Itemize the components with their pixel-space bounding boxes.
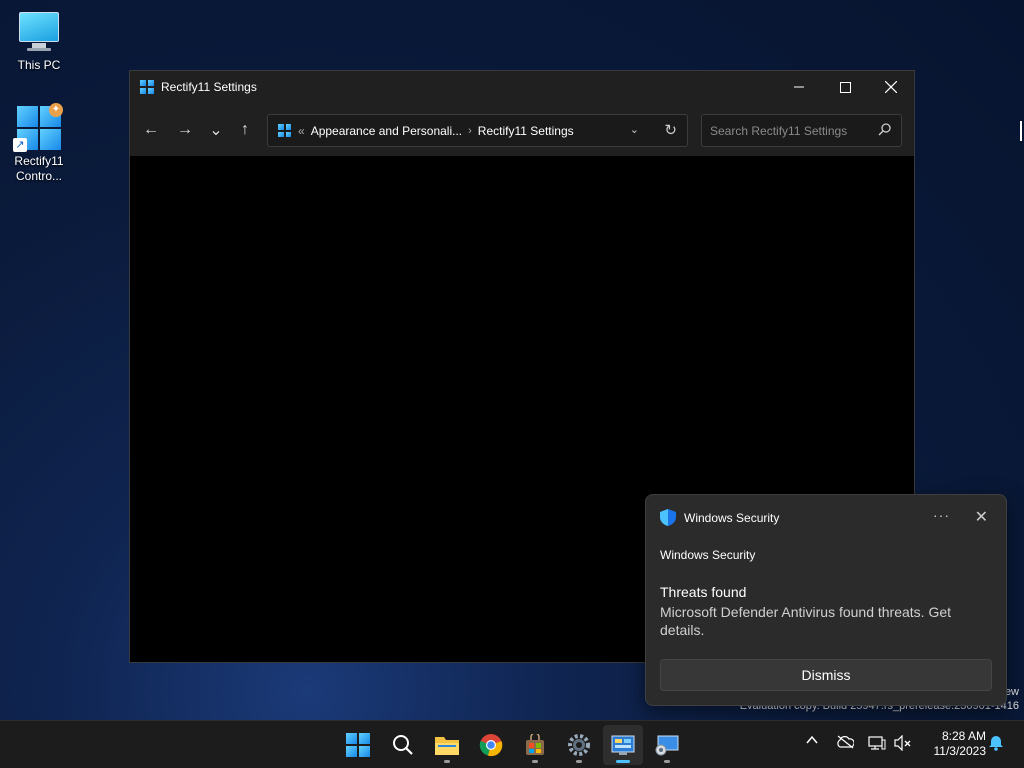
close-icon bbox=[885, 81, 897, 93]
maximize-button[interactable] bbox=[822, 71, 868, 103]
taskbar-file-explorer[interactable] bbox=[427, 725, 467, 765]
maximize-icon bbox=[839, 81, 851, 93]
rectify11-shortcut-icon: ✦ ↗ bbox=[13, 103, 63, 152]
volume-muted-icon bbox=[894, 734, 911, 752]
toast-body: Microsoft Defender Antivirus found threa… bbox=[660, 604, 952, 638]
breadcrumb-separator-icon: › bbox=[468, 124, 472, 137]
control-panel-icon bbox=[278, 124, 291, 137]
desktop-icon-label: This PC bbox=[17, 58, 61, 72]
address-bar[interactable]: « Appearance and Personali... › Rectify1… bbox=[267, 114, 688, 147]
minimize-button[interactable] bbox=[776, 71, 822, 103]
network-app-icon bbox=[655, 735, 679, 756]
start-button[interactable] bbox=[338, 725, 378, 765]
sparkle-badge-icon: ✦ bbox=[49, 103, 63, 117]
desktop-icon-this-pc[interactable]: This PC bbox=[0, 10, 78, 73]
control-panel-icon bbox=[611, 735, 635, 755]
toast-app-name: Windows Security bbox=[684, 510, 780, 525]
desktop-icon-rectify11-control-center[interactable]: ✦ ↗ Rectify11 Contro... bbox=[0, 103, 78, 184]
show-hidden-icons-button[interactable] bbox=[805, 733, 819, 750]
start-icon bbox=[346, 733, 370, 757]
windows-security-notification[interactable]: Windows Security ··· ✕ Windows Security … bbox=[645, 494, 1007, 706]
taskbar-chrome[interactable] bbox=[471, 725, 511, 765]
window-title: Rectify11 Settings bbox=[161, 80, 257, 94]
toast-title: Threats found bbox=[660, 584, 747, 600]
notification-center-button[interactable] bbox=[988, 735, 1004, 754]
title-bar[interactable]: Rectify11 Settings bbox=[130, 71, 914, 103]
bell-icon bbox=[989, 736, 1003, 751]
breadcrumb-overflow-button[interactable]: « bbox=[298, 124, 305, 138]
up-arrow-icon: ↑ bbox=[241, 121, 249, 138]
close-button[interactable] bbox=[868, 71, 914, 103]
forward-arrow-icon: → bbox=[177, 121, 193, 138]
running-indicator bbox=[664, 760, 670, 763]
taskbar-control-panel[interactable] bbox=[603, 725, 643, 765]
taskbar: 8:28 AM 11/3/2023 bbox=[0, 720, 1024, 768]
search-input[interactable]: Search Rectify11 Settings bbox=[701, 114, 902, 147]
running-indicator bbox=[576, 760, 582, 763]
breadcrumb-appearance-and-personalization[interactable]: Appearance and Personali... bbox=[311, 124, 462, 138]
up-button[interactable]: ↑ bbox=[233, 119, 257, 141]
recent-locations-button[interactable]: ⌄ bbox=[204, 119, 228, 141]
search-icon[interactable] bbox=[878, 123, 891, 136]
minimize-icon bbox=[794, 86, 804, 88]
clock-date: 11/3/2023 bbox=[933, 744, 987, 758]
control-panel-app-icon bbox=[140, 80, 154, 94]
network-icon bbox=[868, 736, 886, 750]
computer-icon bbox=[17, 10, 61, 54]
taskbar-search-button[interactable] bbox=[383, 725, 423, 765]
toast-close-button[interactable]: ✕ bbox=[975, 507, 988, 527]
shortcut-arrow-icon: ↗ bbox=[13, 138, 27, 152]
address-dropdown-button[interactable]: ⌄ bbox=[630, 123, 639, 136]
search-placeholder: Search Rectify11 Settings bbox=[710, 123, 848, 138]
navigation-toolbar: ← → ⌄ ↑ « Appearance and Personali... › … bbox=[130, 103, 914, 156]
onedrive-button[interactable] bbox=[836, 735, 855, 752]
chevron-down-icon: ⌄ bbox=[209, 122, 223, 139]
settings-icon bbox=[568, 734, 590, 756]
toast-header: Windows Security bbox=[660, 509, 779, 526]
cloud-offline-icon bbox=[837, 735, 855, 749]
watermark-fragment: ew bbox=[1004, 686, 1019, 698]
running-indicator bbox=[444, 760, 450, 763]
taskbar-settings[interactable] bbox=[559, 725, 599, 765]
taskbar-clock[interactable]: 8:28 AM 11/3/2023 bbox=[922, 729, 987, 759]
running-indicator bbox=[532, 760, 538, 763]
store-icon bbox=[526, 734, 544, 755]
dismiss-button[interactable]: Dismiss bbox=[660, 659, 992, 691]
network-button[interactable] bbox=[868, 735, 886, 754]
forward-button[interactable]: → bbox=[173, 119, 197, 141]
mouse-cursor-icon bbox=[1020, 121, 1024, 141]
search-icon bbox=[393, 735, 413, 755]
chrome-icon bbox=[479, 734, 503, 757]
windows-security-shield-icon bbox=[660, 509, 676, 526]
file-explorer-icon bbox=[435, 737, 459, 755]
back-button[interactable]: ← bbox=[139, 119, 163, 141]
toast-more-options-button[interactable]: ··· bbox=[933, 507, 950, 523]
active-indicator bbox=[616, 760, 630, 763]
clock-time: 8:28 AM bbox=[941, 729, 986, 743]
taskbar-network-app[interactable] bbox=[647, 725, 687, 765]
taskbar-store[interactable] bbox=[515, 725, 555, 765]
toast-sender: Windows Security bbox=[660, 548, 756, 562]
refresh-button[interactable]: ↻ bbox=[664, 121, 677, 139]
desktop-icon-label: Rectify11 Contro... bbox=[14, 154, 64, 183]
breadcrumb-rectify11-settings[interactable]: Rectify11 Settings bbox=[478, 124, 574, 138]
volume-button[interactable] bbox=[894, 734, 912, 754]
back-arrow-icon: ← bbox=[143, 121, 159, 138]
chevron-up-icon bbox=[806, 735, 818, 744]
